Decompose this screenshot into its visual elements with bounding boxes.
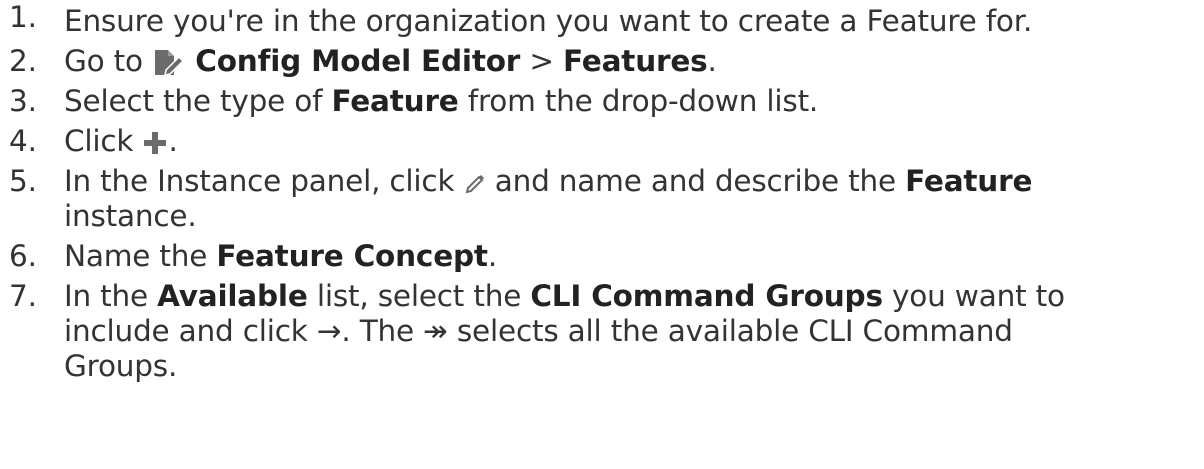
step-1: 1. Ensure you're in the organization you… bbox=[0, 0, 1204, 39]
feature-label: Feature bbox=[331, 84, 459, 118]
move-right-arrow-icon: → bbox=[316, 314, 342, 348]
pencil-icon bbox=[464, 172, 486, 194]
step-5: 5. In the Instance panel, click and name… bbox=[0, 164, 1204, 234]
step-7: 7. In the Available list, select the CLI… bbox=[0, 279, 1204, 384]
step-number: 5. bbox=[9, 164, 37, 198]
step-text-pre: Click bbox=[64, 124, 143, 158]
move-all-arrow-icon: ↠ bbox=[423, 314, 448, 348]
step-text-post: . bbox=[487, 239, 498, 273]
step-number: 7. bbox=[9, 279, 37, 313]
step-text-pre: Go to bbox=[64, 44, 153, 78]
features-label: Features bbox=[563, 44, 708, 78]
step-text-post: . bbox=[707, 44, 717, 78]
step-text-line2-mid: . The bbox=[341, 314, 424, 348]
step-text-line2-post: selects all the available CLI Command bbox=[447, 314, 1013, 348]
available-label: Available bbox=[157, 279, 308, 313]
step-number: 3. bbox=[9, 84, 37, 118]
feature-label: Feature bbox=[905, 164, 1033, 198]
step-text-pre: Select the type of bbox=[64, 84, 332, 118]
step-text-post: from the drop-down list. bbox=[458, 84, 819, 118]
step-text-line2-pre: include and click bbox=[64, 314, 317, 348]
step-text: Ensure you're in the organization you wa… bbox=[64, 4, 1033, 38]
step-text-mid: and name and describe the bbox=[494, 164, 906, 198]
step-text-post: you want to bbox=[882, 279, 1065, 313]
plus-icon bbox=[142, 130, 168, 156]
step-text-pre: Name the bbox=[64, 239, 217, 273]
step-number: 2. bbox=[9, 44, 37, 78]
step-6: 6. Name the Feature Concept. bbox=[0, 239, 1204, 274]
breadcrumb-separator: > bbox=[520, 44, 564, 78]
step-4: 4. Click . bbox=[0, 124, 1204, 159]
feature-concept-label: Feature Concept bbox=[216, 239, 488, 273]
step-text-pre: In the bbox=[64, 279, 158, 313]
step-text-line2: instance. bbox=[64, 199, 197, 233]
cli-command-groups-label: CLI Command Groups bbox=[530, 279, 883, 313]
step-text-line3: Groups. bbox=[64, 349, 178, 383]
step-text-pre: In the Instance panel, click bbox=[64, 164, 464, 198]
step-text-post: . bbox=[168, 124, 178, 158]
instruction-steps: 1. Ensure you're in the organization you… bbox=[0, 0, 1204, 384]
step-2: 2. Go to Config Model Editor > Features. bbox=[0, 44, 1204, 79]
config-model-editor-label: Config Model Editor bbox=[195, 44, 521, 78]
step-number: 4. bbox=[9, 124, 37, 158]
step-number: 6. bbox=[9, 239, 37, 273]
step-3: 3. Select the type of Feature from the d… bbox=[0, 84, 1204, 119]
step-text-mid: list, select the bbox=[307, 279, 531, 313]
config-model-editor-icon bbox=[152, 48, 186, 78]
step-number: 1. bbox=[9, 0, 37, 34]
